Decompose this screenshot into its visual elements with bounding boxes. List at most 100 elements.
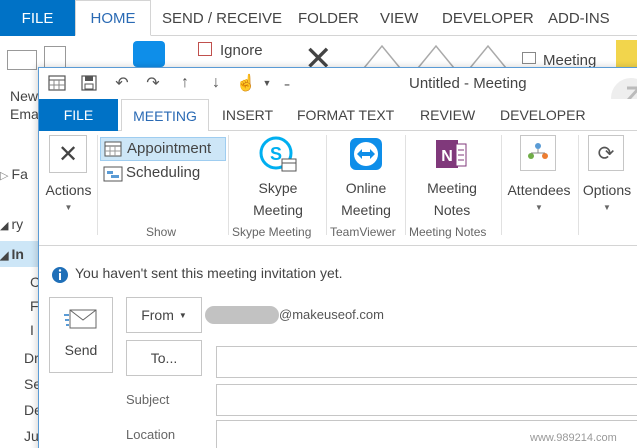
touch-mode-icon[interactable]: ☝: [236, 73, 256, 93]
skype-meeting-label-2: Meeting: [253, 202, 303, 218]
options-button[interactable]: Options ▼: [577, 179, 637, 215]
bg-tab-home[interactable]: HOME: [75, 0, 151, 36]
bg-tab-folder[interactable]: FOLDER: [298, 0, 359, 36]
attendees-icon[interactable]: [520, 135, 556, 171]
online-meeting-label-2: Meeting: [341, 202, 391, 218]
meeting-notes-label-2: Notes: [433, 202, 471, 218]
meeting-notes-button[interactable]: N Meeting Notes: [417, 133, 487, 221]
bg-ignore-label[interactable]: Ignore: [220, 42, 263, 59]
bg-email-label: Ema: [10, 106, 39, 122]
options-label: Options: [582, 182, 632, 198]
tab-meeting[interactable]: MEETING: [121, 99, 209, 132]
show-group-label: Show: [146, 225, 177, 239]
send-button[interactable]: Send: [49, 297, 113, 373]
send-envelope-icon: [64, 309, 97, 329]
save-icon[interactable]: [79, 73, 99, 93]
bg-tab-send-receive[interactable]: SEND / RECEIVE: [162, 0, 282, 36]
teamviewer-group-label: TeamViewer: [330, 225, 396, 239]
undo-icon[interactable]: ↶: [112, 73, 132, 93]
meeting-ribbon: ✕ Actions ▼ Appointment Scheduling Show …: [39, 131, 637, 246]
actions-dropdown-icon: ▼: [64, 203, 73, 212]
tab-format-text[interactable]: FORMAT TEXT: [297, 99, 394, 131]
to-input[interactable]: [216, 346, 637, 378]
scheduling-icon: [103, 166, 123, 182]
previous-item-icon[interactable]: ↑: [175, 73, 195, 93]
bg-teamviewer-icon: [133, 41, 165, 67]
calendar-app-icon: [47, 73, 67, 93]
options-icon[interactable]: ⟳: [588, 135, 624, 171]
next-item-icon[interactable]: ↓: [206, 73, 226, 93]
online-meeting-label-1: Online: [345, 180, 387, 196]
bg-tab-add-ins[interactable]: ADD-INS: [548, 0, 610, 36]
actions-label: Actions: [45, 182, 92, 198]
from-label: From: [141, 307, 174, 323]
touch-mode-dropdown-icon[interactable]: ▼: [257, 73, 277, 93]
watermark-text: www.989214.com: [530, 432, 617, 444]
svg-text:S: S: [270, 144, 282, 164]
window-title: Untitled - Meeting: [409, 75, 527, 92]
bg-sidebar-fa[interactable]: ▷ Fa: [0, 166, 28, 182]
bg-sidebar-i[interactable]: I: [30, 322, 34, 338]
online-meeting-button[interactable]: Online Meeting: [333, 133, 399, 221]
appointment-icon: [104, 141, 122, 157]
bg-file-tab[interactable]: FILE: [0, 0, 75, 36]
background-ribbon-tabs: FILE HOME SEND / RECEIVE FOLDER VIEW DEV…: [0, 0, 637, 36]
bg-tab-view[interactable]: VIEW: [380, 0, 418, 36]
actions-button[interactable]: Actions ▼: [41, 179, 96, 215]
redacted-email-user: [205, 306, 279, 324]
send-label: Send: [64, 342, 98, 358]
from-button[interactable]: From ▼: [126, 297, 202, 333]
redo-icon[interactable]: ↷: [143, 73, 163, 93]
ribbon-separator: [97, 135, 98, 235]
tab-developer[interactable]: DEVELOPER: [500, 99, 586, 131]
customize-quick-access-icon[interactable]: ₌: [277, 73, 297, 93]
skype-group-label: Skype Meeting: [232, 225, 312, 239]
skype-meeting-button[interactable]: S Skype Meeting: [244, 133, 312, 221]
subject-label: Subject: [126, 392, 170, 407]
attendees-label: Attendees: [507, 182, 571, 198]
bg-sidebar-inbox[interactable]: ◢ In: [0, 246, 24, 262]
ribbon-separator: [405, 135, 406, 235]
info-bar: You haven't sent this meeting invitation…: [51, 264, 637, 286]
tab-review[interactable]: REVIEW: [420, 99, 475, 131]
bg-sticky-note: [616, 40, 637, 70]
bg-new-label: New: [10, 88, 39, 104]
bg-sidebar-ry[interactable]: ◢ ry: [0, 216, 23, 232]
info-icon: [52, 267, 68, 283]
options-dropdown-icon: ▼: [603, 203, 611, 212]
meeting-window: ↶ ↷ ↑ ↓ ☝ ▼ ₌ Untitled - Meeting FILE ME…: [38, 67, 637, 448]
ignore-icon: [198, 42, 212, 56]
from-email: @makeuseof.com: [279, 307, 384, 322]
svg-text:N: N: [441, 148, 453, 165]
ribbon-separator: [501, 135, 502, 235]
ribbon-separator: [326, 135, 327, 235]
scheduling-button[interactable]: Scheduling: [100, 163, 226, 185]
bg-meeting-icon: [522, 52, 536, 64]
location-label: Location: [126, 427, 176, 442]
bg-sidebar-ju[interactable]: Ju: [24, 428, 39, 444]
appointment-label: Appointment: [127, 140, 212, 157]
skype-meeting-label-1: Skype: [258, 180, 298, 196]
subject-input[interactable]: [216, 384, 637, 416]
to-button[interactable]: To...: [126, 340, 202, 376]
teamviewer-icon: [348, 133, 384, 177]
new-email-icon: [7, 50, 37, 70]
meeting-ribbon-tabs: FILE MEETING INSERT FORMAT TEXT REVIEW D…: [39, 99, 637, 132]
info-message: You haven't sent this meeting invitation…: [75, 265, 343, 281]
meeting-notes-label-1: Meeting: [427, 180, 477, 196]
meeting-notes-group-label: Meeting Notes: [409, 225, 487, 239]
bg-sidebar-dr[interactable]: Dr: [24, 350, 39, 366]
attendees-button[interactable]: Attendees ▼: [503, 179, 575, 215]
attendees-dropdown-icon: ▼: [535, 203, 543, 212]
from-dropdown-icon: ▼: [178, 310, 187, 320]
scheduling-label: Scheduling: [126, 164, 201, 181]
ribbon-separator: [228, 135, 229, 235]
to-label: To...: [150, 350, 178, 366]
bg-tab-developer[interactable]: DEVELOPER: [442, 0, 534, 36]
appointment-button[interactable]: Appointment: [100, 137, 226, 161]
actions-cancel-icon[interactable]: ✕: [49, 135, 87, 173]
skype-icon: S: [258, 133, 298, 177]
onenote-icon: N: [434, 133, 470, 177]
tab-file[interactable]: FILE: [39, 99, 118, 131]
tab-insert[interactable]: INSERT: [222, 99, 273, 131]
